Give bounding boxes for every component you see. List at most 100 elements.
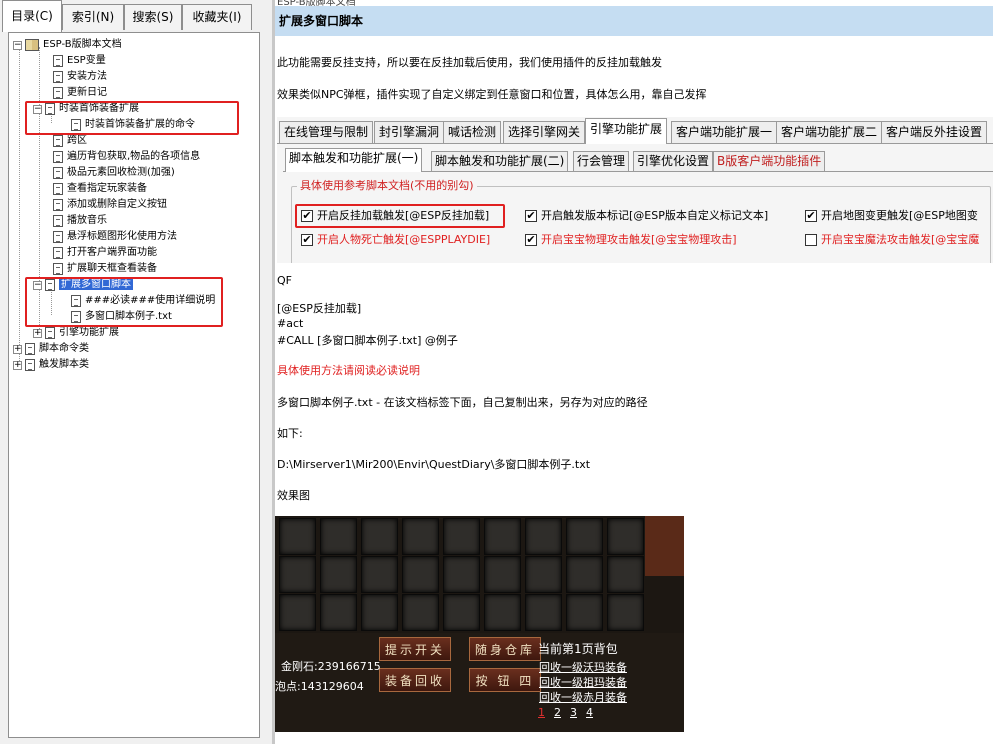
tree-node[interactable]: 跨区 — [53, 133, 87, 149]
bag-slot[interactable] — [320, 594, 357, 631]
recycle-link[interactable]: 回收一级祖玛装备 — [539, 674, 627, 690]
code-line: [@ESP反挂加载] — [277, 302, 362, 315]
expand-icon[interactable]: + — [13, 344, 22, 354]
bag-slot[interactable] — [566, 556, 603, 593]
bag-slot[interactable] — [361, 594, 398, 631]
document-icon — [53, 87, 63, 99]
collapse-icon[interactable]: − — [13, 40, 22, 50]
highlight-box — [25, 277, 223, 327]
bag-slot[interactable] — [525, 556, 562, 593]
checkbox-unchecked-icon[interactable] — [805, 234, 817, 246]
settings-dialog-image: 在线管理与限制 封引擎漏洞 喊话检测 选择引擎网关 引擎功能扩展 客户端功能扩展… — [277, 117, 993, 263]
bag-slot[interactable] — [320, 518, 357, 555]
tree-node[interactable]: 查看指定玩家装备 — [53, 181, 147, 197]
expand-icon[interactable]: + — [33, 328, 42, 338]
bag-slot[interactable] — [402, 518, 439, 555]
tree-node[interactable]: 遍历背包获取,物品的各项信息 — [53, 149, 200, 165]
checkbox-map-change[interactable]: ✔ 开启地图变更触发[@ESP地图变 — [805, 208, 978, 224]
code-line: #CALL [多窗口脚本例子.txt] @例子 — [277, 334, 458, 347]
checkbox-pet-magic[interactable]: 开启宝宝魔法攻击触发[@宝宝魔 — [805, 232, 979, 248]
expand-icon[interactable]: + — [13, 360, 22, 370]
tab-client-plugin[interactable]: B版客户端功能插件 — [713, 151, 826, 171]
bag-slot[interactable] — [443, 594, 480, 631]
bag-slot[interactable] — [361, 518, 398, 555]
tree-node[interactable]: 播放音乐 — [53, 213, 107, 229]
game-background — [645, 516, 684, 576]
tree-node-root[interactable]: − ESP-B版脚本文档 — [13, 37, 122, 53]
tree-node[interactable]: 扩展聊天框查看装备 — [53, 261, 157, 277]
tab-index[interactable]: 索引(N) — [62, 4, 124, 30]
bag-slot[interactable] — [607, 518, 644, 555]
toggle-tips-button[interactable]: 提示开关 — [379, 637, 451, 661]
tab-guild-management[interactable]: 行会管理 — [573, 151, 630, 171]
page-link[interactable]: 2 — [554, 706, 561, 719]
page-link[interactable]: 3 — [570, 706, 577, 719]
bag-slot[interactable] — [361, 556, 398, 593]
bag-slot[interactable] — [402, 556, 439, 593]
bag-slot[interactable] — [402, 594, 439, 631]
checkbox-version-mark[interactable]: ✔ 开启触发版本标记[@ESP版本自定义标记文本] — [525, 208, 768, 224]
portable-storage-button[interactable]: 随身仓库 — [469, 637, 541, 661]
tab-engine-optimize[interactable]: 引擎优化设置 — [633, 151, 714, 171]
bag-slot[interactable] — [525, 594, 562, 631]
document-icon — [25, 359, 35, 371]
contents-tree[interactable]: − ESP-B版脚本文档 ESP变量 安装方法 更新日记 − 时装首饰装备扩展 时装… — [8, 32, 260, 738]
button-four[interactable]: 按 钮 四 — [469, 668, 541, 692]
bag-slot[interactable] — [443, 556, 480, 593]
equipment-recycle-button[interactable]: 装备回收 — [379, 668, 451, 692]
tab-favorites[interactable]: 收藏夹(I) — [182, 4, 252, 30]
tree-node[interactable]: 更新日记 — [53, 85, 107, 101]
bag-slot[interactable] — [525, 518, 562, 555]
page-link[interactable]: 4 — [586, 706, 593, 719]
tab-client-extension-2[interactable]: 客户端功能扩展二 — [776, 121, 883, 143]
tree-node[interactable]: + 触发脚本类 — [13, 357, 89, 373]
tree-node[interactable]: + 脚本命令类 — [13, 341, 89, 357]
bag-slot[interactable] — [279, 556, 316, 593]
recycle-link[interactable]: 回收一级赤月装备 — [539, 689, 627, 705]
checkbox-checked-icon[interactable]: ✔ — [525, 234, 537, 246]
checkbox-checked-icon[interactable]: ✔ — [301, 234, 313, 246]
tree-node[interactable]: + 引擎功能扩展 — [33, 325, 119, 341]
checkbox-checked-icon[interactable]: ✔ — [805, 210, 817, 222]
paragraph: 多窗口脚本例子.txt - 在该文档标签下面，自己复制出来，另存为对应的路径 — [277, 396, 648, 409]
tab-shout-check[interactable]: 喊话检测 — [443, 121, 502, 143]
tab-contents[interactable]: 目录(C) — [2, 0, 62, 32]
document-icon — [53, 263, 63, 275]
page-link[interactable]: 1 — [538, 706, 545, 719]
bag-pagination: 1234 — [538, 706, 602, 719]
bag-slot[interactable] — [484, 594, 521, 631]
book-icon — [25, 39, 39, 51]
tree-node[interactable]: ESP变量 — [53, 53, 106, 69]
tab-engine-extension[interactable]: 引擎功能扩展 — [585, 118, 668, 144]
bag-slot[interactable] — [484, 556, 521, 593]
bag-slot[interactable] — [484, 518, 521, 555]
bag-slot[interactable] — [279, 594, 316, 631]
bag-slot[interactable] — [320, 556, 357, 593]
document-icon — [53, 167, 63, 179]
tab-engine-exploit[interactable]: 封引擎漏洞 — [374, 121, 445, 143]
tab-script-trigger-1[interactable]: 脚本触发和功能扩展(一) — [285, 148, 423, 172]
tree-node[interactable]: 极品元素回收检测(加强) — [53, 165, 175, 181]
tab-search[interactable]: 搜索(S) — [124, 4, 182, 30]
document-icon — [45, 327, 55, 339]
bag-slot[interactable] — [607, 594, 644, 631]
bag-slot[interactable] — [443, 518, 480, 555]
tab-client-anticheat[interactable]: 客户端反外挂设置 — [881, 121, 988, 143]
tree-node[interactable]: 安装方法 — [53, 69, 107, 85]
tab-online-management[interactable]: 在线管理与限制 — [279, 121, 374, 143]
bag-slot[interactable] — [566, 594, 603, 631]
checkbox-pet-physical[interactable]: ✔ 开启宝宝物理攻击触发[@宝宝物理攻击] — [525, 232, 737, 248]
bag-slot[interactable] — [566, 518, 603, 555]
tree-node[interactable]: 打开客户端界面功能 — [53, 245, 157, 261]
tree-node[interactable]: 悬浮标题图形化使用方法 — [53, 229, 177, 245]
recycle-link[interactable]: 回收一级沃玛装备 — [539, 659, 627, 675]
tab-script-trigger-2[interactable]: 脚本触发和功能扩展(二) — [431, 151, 569, 171]
bag-slot[interactable] — [279, 518, 316, 555]
checkbox-player-death[interactable]: ✔ 开启人物死亡触发[@ESPPLAYDIE] — [301, 232, 490, 248]
tab-engine-gateway[interactable]: 选择引擎网关 — [503, 121, 586, 143]
checkbox-checked-icon[interactable]: ✔ — [525, 210, 537, 222]
tree-node[interactable]: 添加或删除自定义按钮 — [53, 197, 167, 213]
tab-client-extension-1[interactable]: 客户端功能扩展一 — [671, 121, 778, 143]
bag-slot[interactable] — [607, 556, 644, 593]
document-icon — [53, 247, 63, 259]
